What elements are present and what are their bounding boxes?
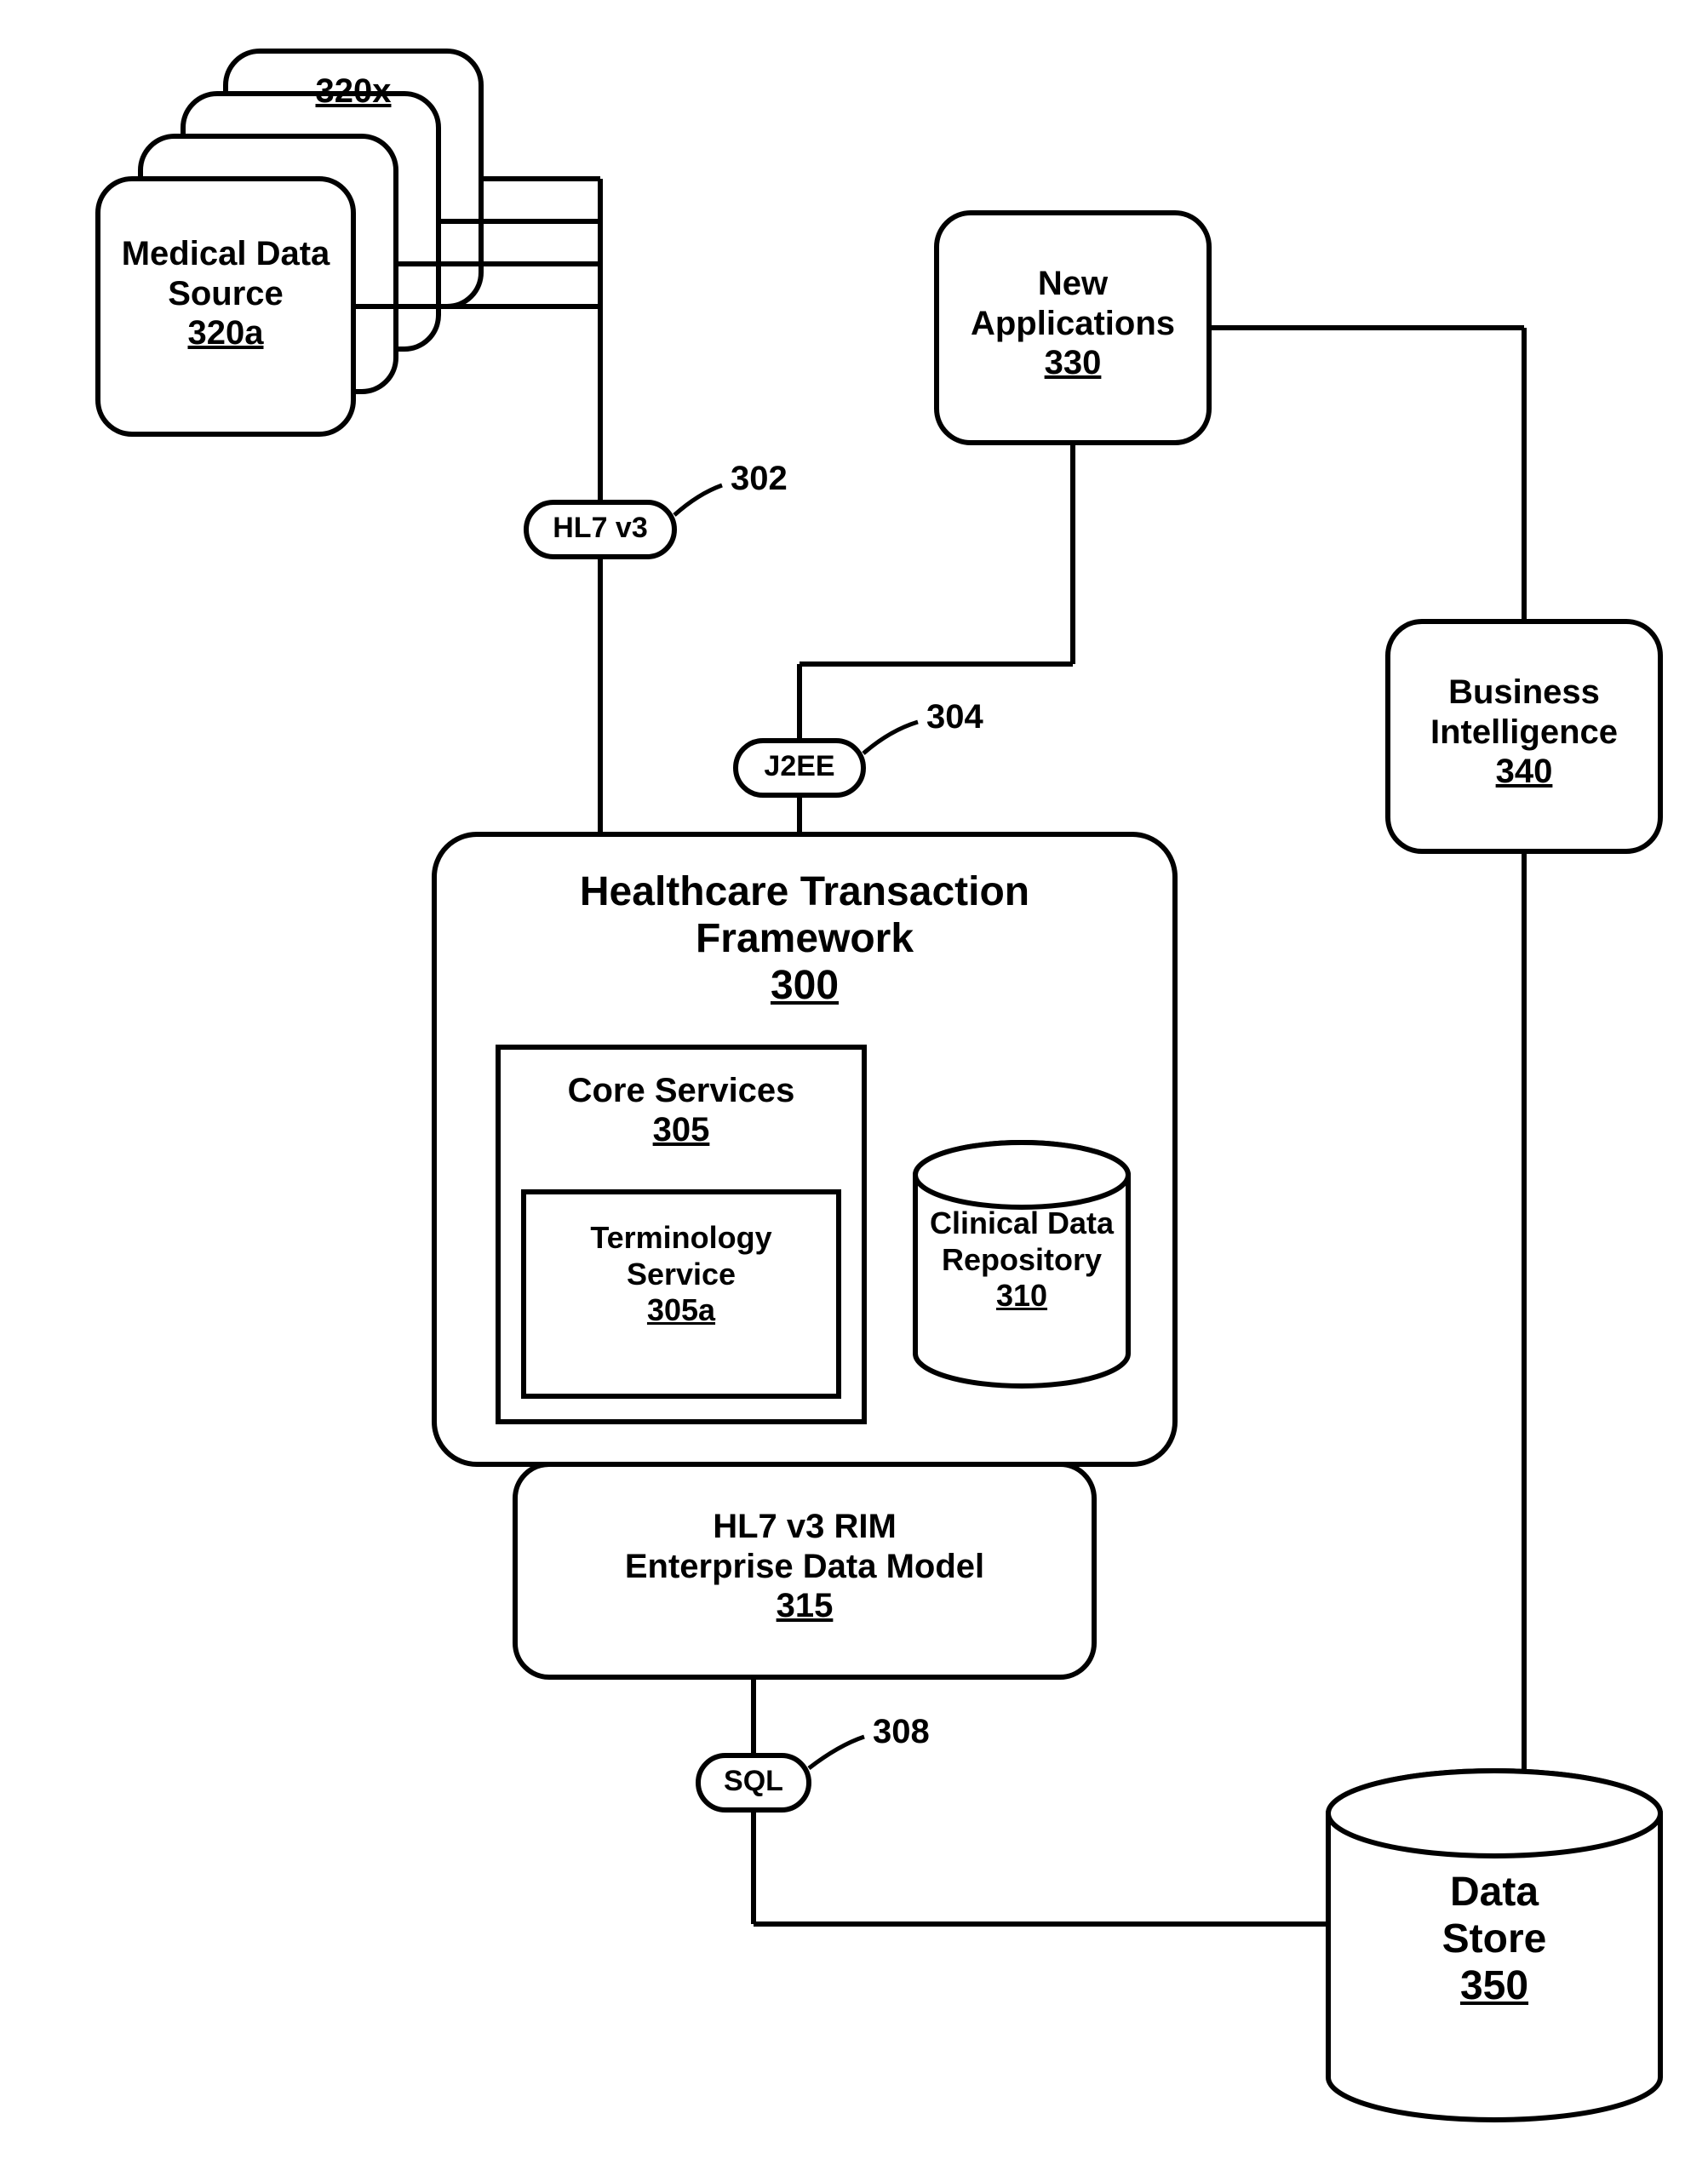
ds-ref: 350	[1328, 1962, 1660, 2009]
cdr-label: Clinical Data Repository 310	[903, 1205, 1141, 1314]
htf-ref: 300	[434, 962, 1175, 1009]
pill-j2ee-label: J2EE	[736, 750, 863, 783]
term-label: Terminology Service 305a	[524, 1219, 839, 1328]
mds-320x-label: 320x	[226, 72, 481, 111]
cdr-ref: 310	[903, 1278, 1141, 1314]
term-ref: 305a	[524, 1292, 839, 1328]
ds-line2: Store	[1328, 1916, 1660, 1962]
htf-title: Healthcare Transaction Framework 300	[434, 868, 1175, 1009]
core-label: Core Services 305	[498, 1071, 864, 1149]
newapps-box-label: New Applications 330	[937, 264, 1209, 382]
edm-ref: 315	[515, 1587, 1094, 1625]
mds-line1: Medical Data	[98, 234, 353, 274]
htf-line1: Healthcare Transaction	[434, 868, 1175, 915]
callout-302: 302	[731, 460, 788, 498]
bi-line1: Business	[1388, 673, 1660, 713]
diagram-stage: 320x Medical Data Source 320a New Applic…	[0, 0, 1708, 2182]
ds-label: Data Store 350	[1328, 1869, 1660, 2009]
mds-ref: 320a	[98, 314, 353, 352]
mds-line2: Source	[98, 274, 353, 314]
edm-line2: Enterprise Data Model	[515, 1547, 1094, 1587]
cdr-line2: Repository	[903, 1241, 1141, 1278]
newapps-line1: New	[937, 264, 1209, 304]
edm-label: HL7 v3 RIM Enterprise Data Model 315	[515, 1507, 1094, 1625]
htf-line2: Framework	[434, 915, 1175, 962]
callout-308: 308	[873, 1713, 930, 1751]
bi-line2: Intelligence	[1388, 713, 1660, 753]
bi-ref: 340	[1388, 753, 1660, 791]
newapps-ref: 330	[937, 344, 1209, 382]
newapps-line2: Applications	[937, 304, 1209, 344]
edm-line1: HL7 v3 RIM	[515, 1507, 1094, 1547]
pill-hl7-label: HL7 v3	[526, 512, 674, 545]
core-ref: 305	[498, 1111, 864, 1149]
ref-320x: 320x	[316, 72, 392, 110]
ds-line1: Data	[1328, 1869, 1660, 1916]
cdr-line1: Clinical Data	[903, 1205, 1141, 1241]
callout-304: 304	[926, 698, 983, 736]
pill-sql-label: SQL	[698, 1765, 809, 1798]
bi-box-label: Business Intelligence 340	[1388, 673, 1660, 791]
term-line2: Service	[524, 1256, 839, 1292]
mds-box-label: Medical Data Source 320a	[98, 234, 353, 352]
core-title: Core Services	[498, 1071, 864, 1111]
term-line1: Terminology	[524, 1219, 839, 1256]
